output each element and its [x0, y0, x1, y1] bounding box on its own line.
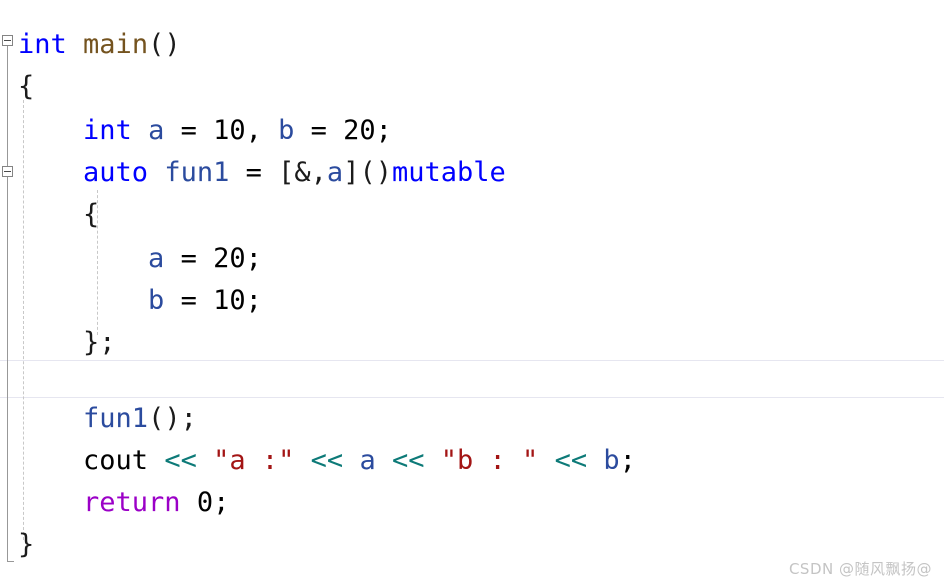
code-token: a — [148, 243, 165, 274]
code-token: b — [148, 285, 165, 316]
code-token: { — [83, 199, 100, 230]
code-token: = — [229, 157, 279, 188]
code-token: } — [18, 529, 35, 560]
code-line: fun1(); — [18, 404, 197, 434]
code-lines: int main() { int a = 10, b = 20; auto fun… — [0, 0, 944, 585]
code-token: "a :" — [213, 445, 295, 476]
code-token: }; — [83, 327, 116, 358]
code-line: } — [18, 530, 34, 560]
code-token: = 20; — [164, 243, 262, 274]
code-line: { — [18, 200, 99, 230]
code-token: a — [326, 157, 344, 188]
code-token: auto — [83, 157, 149, 188]
code-token: { — [18, 71, 35, 102]
code-token: () — [148, 29, 181, 60]
code-token: << — [554, 445, 588, 476]
code-line: int a = 10, b = 20; — [18, 116, 392, 146]
code-token: 0; — [180, 487, 230, 518]
code-line: b = 10; — [18, 286, 262, 316]
code-token: int — [18, 29, 67, 60]
code-token: << — [391, 445, 425, 476]
code-token: [&, — [278, 157, 327, 188]
code-line: cout << "a :" << a << "b : " << b; — [18, 446, 636, 476]
code-line: return 0; — [18, 488, 229, 518]
code-line: { — [18, 72, 34, 102]
code-token: (); — [148, 403, 197, 434]
code-line: a = 20; — [18, 244, 262, 274]
code-token: << — [310, 445, 344, 476]
code-token: << — [164, 445, 197, 476]
code-token: fun1 — [83, 403, 149, 434]
code-token: int — [83, 115, 132, 146]
code-token: ; — [619, 445, 636, 476]
code-token: main — [83, 29, 149, 60]
code-token: cout — [83, 445, 149, 476]
code-token: b — [278, 115, 295, 146]
code-line: }; — [18, 328, 116, 358]
code-line: auto fun1 = [&,a]()mutable — [18, 158, 506, 188]
watermark-text: CSDN @随风飘扬@ — [788, 560, 932, 578]
code-token: = 10, — [164, 115, 279, 146]
code-token: ]() — [343, 157, 392, 188]
code-editor[interactable]: int main() { int a = 10, b = 20; auto fun… — [0, 0, 944, 585]
code-token: return — [83, 487, 181, 518]
code-token: a — [359, 445, 376, 476]
code-token: a — [148, 115, 165, 146]
code-token: = 20; — [294, 115, 392, 146]
code-token: mutable — [391, 157, 506, 188]
code-token: "b : " — [440, 445, 539, 476]
code-token: fun1 — [164, 157, 230, 188]
code-line: int main() — [18, 30, 181, 60]
code-token: = 10; — [164, 285, 262, 316]
code-token: b — [603, 445, 620, 476]
